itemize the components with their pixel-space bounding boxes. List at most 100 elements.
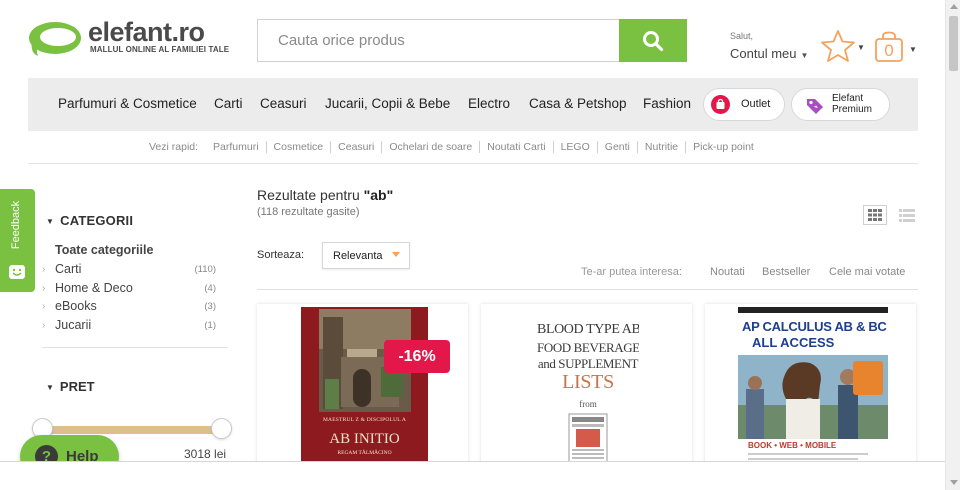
category-count: (110) xyxy=(194,264,216,275)
scrollbar-thumb[interactable] xyxy=(949,16,958,71)
category-list: › Carti (110) › Home & Deco (4) › eBooks (3) ›… xyxy=(42,262,218,336)
category-count: (4) xyxy=(204,282,216,294)
category-item[interactable]: › eBooks (3) xyxy=(42,299,218,318)
quick-link[interactable]: Parfumuri xyxy=(206,141,266,153)
quick-link[interactable]: Noutati Carti xyxy=(479,141,552,153)
filter-link-top-rated[interactable]: Cele mai votate xyxy=(829,266,905,278)
book-cover-subtitle: REGAM TĂLMĂCINO xyxy=(337,450,392,456)
category-name: Home & Deco xyxy=(55,280,133,295)
elefant-logo[interactable]: elefant.ro MALLUL ONLINE AL FAMILIEI TAL… xyxy=(28,17,233,59)
list-view-button[interactable] xyxy=(895,205,919,225)
quick-link[interactable]: Ochelari de soare xyxy=(381,141,479,153)
page-scrollbar[interactable] xyxy=(945,0,960,490)
search-button[interactable] xyxy=(619,19,687,62)
premium-label-line2: Premium xyxy=(832,104,873,115)
category-item[interactable]: › Home & Deco (4) xyxy=(42,281,218,300)
divider xyxy=(257,289,918,290)
filter-link-bestseller[interactable]: Bestseller xyxy=(762,266,810,278)
quick-link[interactable]: Cosmetice xyxy=(265,141,331,153)
bottom-bar xyxy=(0,461,945,490)
price-heading[interactable]: ▼ PRET xyxy=(46,379,95,394)
quick-link[interactable]: Genti xyxy=(596,141,637,153)
book-cover-title-line: FOOD BEVERAGE xyxy=(537,340,639,355)
search-bar xyxy=(257,19,687,62)
quick-link[interactable]: Pick-up point xyxy=(685,141,761,153)
product-card[interactable]: BLOOD TYPE AB FOOD BEVERAGE and SUPPLEME… xyxy=(481,304,692,469)
book-cover-title: AB INITIO xyxy=(329,431,400,447)
book-cover-title: BLOOD TYPE AB xyxy=(537,322,639,337)
outlet-button[interactable]: Outlet xyxy=(703,88,785,121)
book-cover-image: AP CALCULUS AB & BC ALL ACCESS BOOK • WE… xyxy=(738,307,888,467)
book-cover-title-line: and SUPPLEMENT xyxy=(537,356,639,371)
divider xyxy=(28,163,918,164)
discount-badge: -16% xyxy=(384,340,450,373)
nav-item-electro[interactable]: Electro xyxy=(468,96,510,111)
main-nav: Parfumuri & Cosmetice Carti Ceasuri Juca… xyxy=(28,78,918,131)
chevron-right-icon: › xyxy=(42,301,46,312)
category-item[interactable]: › Jucarii (1) xyxy=(42,318,218,337)
outlet-label: Outlet xyxy=(741,98,771,110)
triangle-down-icon: ▼ xyxy=(46,217,55,226)
category-name: eBooks xyxy=(55,299,97,313)
nav-item-jucarii[interactable]: Jucarii, Copii & Bebe xyxy=(325,96,450,111)
account-menu[interactable]: Salut, Contul meu ▼ xyxy=(730,31,808,61)
price-slider-max-handle[interactable] xyxy=(211,418,232,439)
book-cover-tagline: BOOK • WEB • MOBILE xyxy=(748,441,837,450)
chevron-right-icon: › xyxy=(42,282,46,294)
all-categories-link[interactable]: Toate categoriile xyxy=(55,243,153,257)
premium-button[interactable]: Elefant Premium xyxy=(791,88,890,121)
chevron-down-icon: ▼ xyxy=(909,45,917,54)
feedback-tab[interactable]: Feedback xyxy=(0,189,35,292)
results-title-prefix: Rezultate pentru xyxy=(257,187,364,203)
account-label: Contul meu xyxy=(730,46,797,61)
nav-item-carti[interactable]: Carti xyxy=(214,96,243,111)
sort-dropdown[interactable]: Relevanta xyxy=(322,242,410,269)
scroll-up-arrow-icon[interactable] xyxy=(950,4,958,9)
nav-item-parfumuri[interactable]: Parfumuri & Cosmetice xyxy=(58,96,197,111)
quick-link[interactable]: LEGO xyxy=(552,141,597,153)
chevron-down-icon: ▼ xyxy=(857,43,865,52)
brand-name: elefant.ro xyxy=(88,17,205,47)
nav-item-ceasuri[interactable]: Ceasuri xyxy=(260,96,307,111)
book-cover-subtitle: from xyxy=(579,399,597,409)
cart-count: 0 xyxy=(884,41,894,60)
nav-item-casa[interactable]: Casa & Petshop xyxy=(529,96,627,111)
category-name: Jucarii xyxy=(55,317,92,332)
quick-link[interactable]: Nutritie xyxy=(636,141,685,153)
cart-button[interactable]: 0 ▼ xyxy=(874,31,918,63)
chevron-down-icon: ▼ xyxy=(800,51,809,60)
triangle-down-icon: ▼ xyxy=(46,383,54,392)
category-count: (1) xyxy=(204,319,216,331)
book-cover-author: MAESTRUL Z & DISCIPOLUL A xyxy=(322,417,407,423)
category-name: Carti xyxy=(55,262,82,276)
chevron-right-icon: › xyxy=(42,264,46,275)
results-count: (118 rezultate gasite) xyxy=(257,206,360,218)
category-item[interactable]: › Carti (110) xyxy=(42,262,218,281)
book-cover-title: AP CALCULUS AB & BC xyxy=(742,319,887,334)
smiley-icon xyxy=(9,265,25,279)
price-slider-track[interactable] xyxy=(42,426,222,434)
filter-link-noutati[interactable]: Noutati xyxy=(710,266,745,278)
quick-link[interactable]: Ceasuri xyxy=(330,141,381,153)
elefant-logo-icon xyxy=(29,22,81,56)
price-title: PRET xyxy=(59,379,95,394)
chevron-right-icon: › xyxy=(42,319,46,331)
nav-item-fashion[interactable]: Fashion xyxy=(643,96,691,111)
grid-view-button[interactable] xyxy=(863,205,887,225)
results-title: Rezultate pentru "ab" xyxy=(257,187,393,203)
sort-value: Relevanta xyxy=(333,250,383,262)
tag-icon xyxy=(805,96,825,121)
product-card[interactable]: MAESTRUL Z & DISCIPOLUL A AB INITIO REGA… xyxy=(257,304,468,469)
categories-heading[interactable]: ▼ CATEGORII xyxy=(46,213,133,228)
price-max-value: 3018 lei xyxy=(184,447,227,461)
interest-label: Te-ar putea interesa: xyxy=(581,266,682,278)
book-cover-image: MAESTRUL Z & DISCIPOLUL A AB INITIO REGA… xyxy=(301,307,428,467)
wishlist-button[interactable]: ▼ xyxy=(820,29,866,63)
greeting: Salut, xyxy=(730,31,754,41)
product-card[interactable]: AP CALCULUS AB & BC ALL ACCESS BOOK • WE… xyxy=(705,304,916,469)
results-query: "ab" xyxy=(363,187,394,203)
scroll-down-arrow-icon[interactable] xyxy=(950,480,958,485)
search-input[interactable] xyxy=(258,20,620,61)
star-icon xyxy=(821,30,855,62)
category-count: (3) xyxy=(204,301,216,312)
